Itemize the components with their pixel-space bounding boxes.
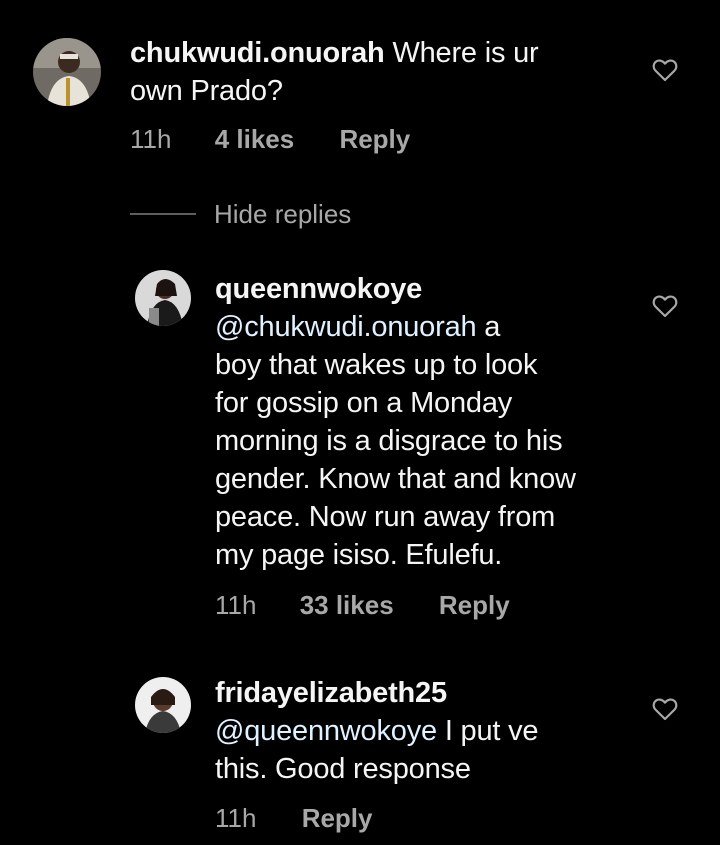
comment-username[interactable]: chukwudi.onuorah — [130, 37, 385, 69]
comment-text-line: own Prado? — [130, 75, 283, 107]
comment-timestamp: 11h — [130, 124, 172, 154]
hide-replies-label: Hide replies — [214, 198, 352, 229]
comment-meta: 11h 4 likes Reply — [130, 124, 410, 155]
comment-text-line: morning is a disgrace to his — [215, 425, 563, 457]
comment-mention[interactable]: @chukwudi.onuorah — [215, 311, 477, 343]
comment-text-line: Where is ur — [392, 37, 539, 69]
comment-text-line: for gossip on a Monday — [215, 387, 513, 419]
comment-text-line: I put ve — [444, 715, 539, 747]
comment-meta: 11h Reply — [215, 803, 373, 834]
comment-text: chukwudi.onuorah Where is ur own Prado? — [130, 34, 539, 110]
comment-text-line: a — [484, 311, 501, 343]
hide-replies-button[interactable]: Hide replies — [130, 197, 351, 231]
comment-likes[interactable]: 33 likes — [300, 590, 394, 621]
avatar-image — [33, 38, 101, 106]
avatar-image — [135, 677, 191, 733]
heart-icon[interactable] — [652, 294, 678, 318]
comment-text-line: boy that wakes up to look — [215, 349, 538, 381]
comment-likes[interactable]: 4 likes — [215, 124, 295, 155]
comment-text-line: this. Good response — [215, 753, 471, 785]
reply-button[interactable]: Reply — [439, 590, 510, 621]
comment-text: fridayelizabeth25 @queennwokoye I put ve… — [215, 674, 539, 788]
reply-button[interactable]: Reply — [339, 124, 410, 155]
reply-button[interactable]: Reply — [302, 803, 373, 834]
comment-username[interactable]: fridayelizabeth25 — [215, 677, 447, 709]
comment-text-line: gender. Know that and know — [215, 463, 576, 495]
comment-text-line: my page isiso. Efulefu. — [215, 539, 503, 571]
heart-icon[interactable] — [652, 697, 678, 721]
comment-mention[interactable]: @queennwokoye — [215, 715, 437, 747]
comment-text: queennwokoye @chukwudi.onuorah a boy tha… — [215, 270, 576, 574]
comment-timestamp: 11h — [215, 590, 257, 620]
comment-username[interactable]: queennwokoye — [215, 273, 422, 305]
comment-meta: 11h 33 likes Reply — [215, 590, 510, 621]
avatar[interactable] — [33, 38, 101, 106]
divider — [130, 213, 196, 215]
comment-text-line: peace. Now run away from — [215, 501, 556, 533]
avatar[interactable] — [135, 270, 191, 326]
avatar[interactable] — [135, 677, 191, 733]
comment-timestamp: 11h — [215, 803, 257, 833]
heart-icon[interactable] — [652, 58, 678, 82]
avatar-image — [135, 270, 191, 326]
